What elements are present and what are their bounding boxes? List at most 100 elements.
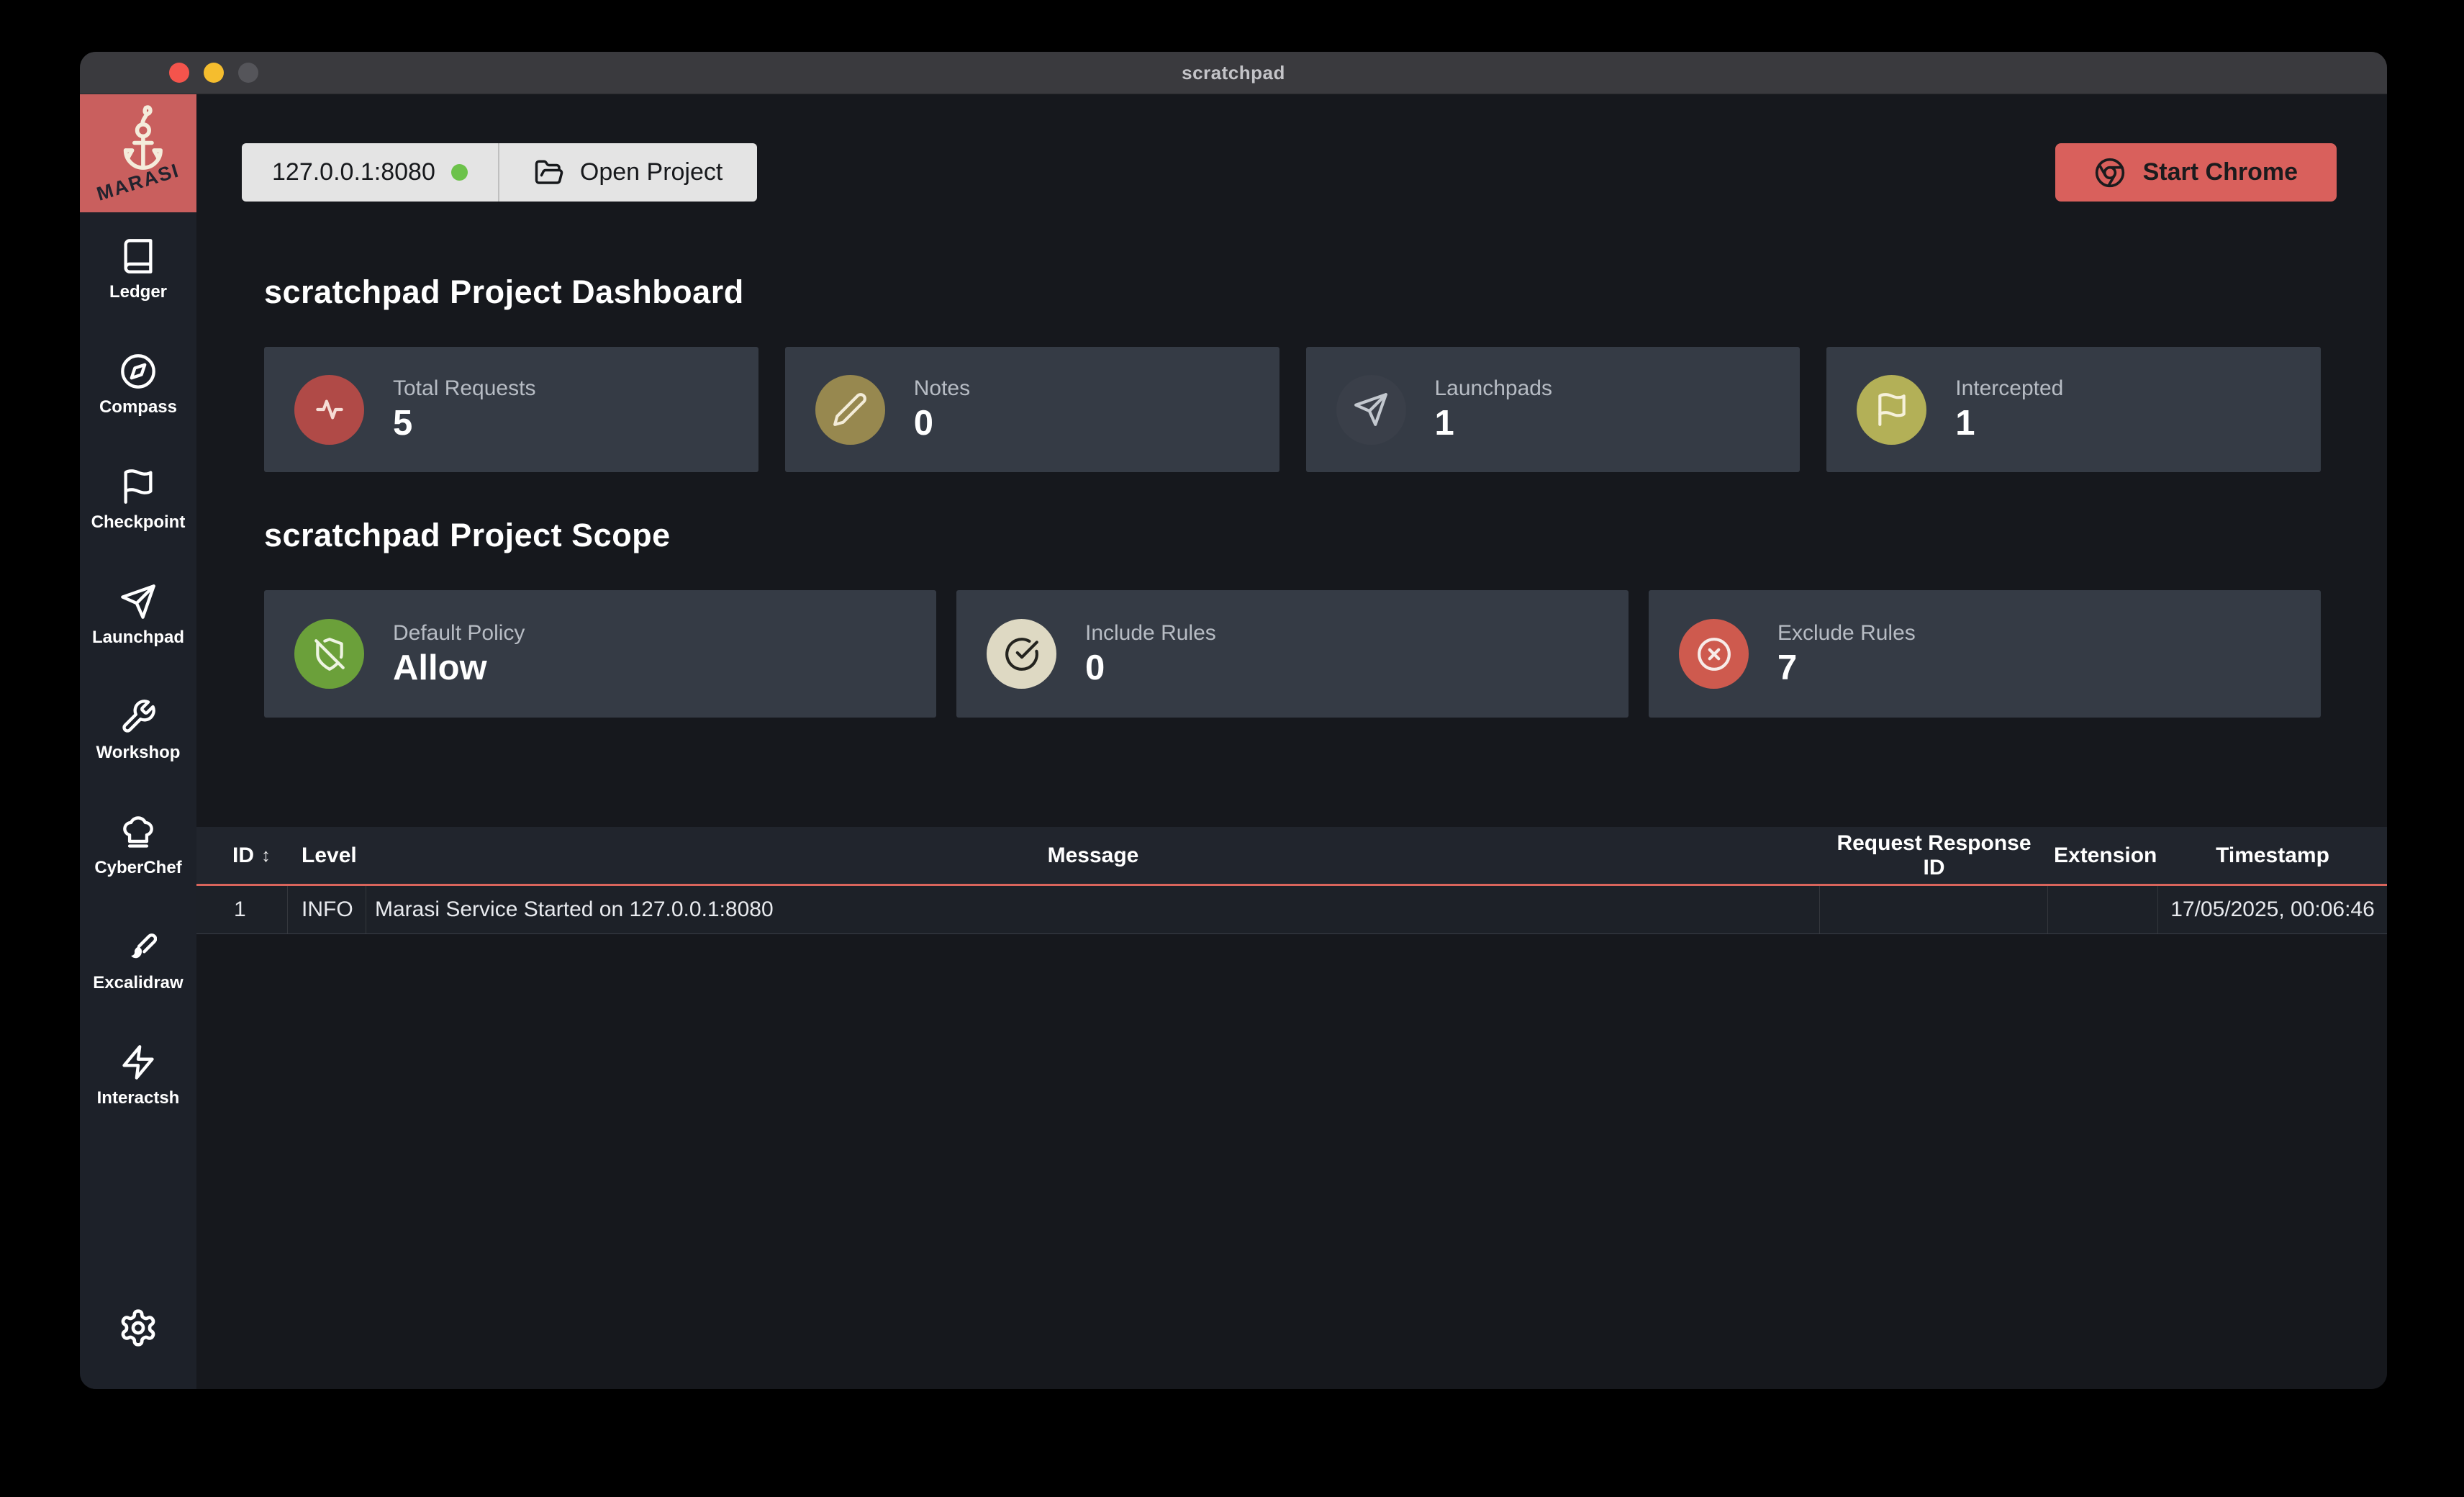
sidebar-item-label: CyberChef <box>94 858 181 878</box>
sidebar-item-label: Checkpoint <box>91 512 186 533</box>
scope-circle <box>1679 619 1749 689</box>
sidebar-item-label: Ledger <box>109 282 167 302</box>
scope-card-include-rules: Include Rules 0 <box>956 590 1629 718</box>
scope-cards: Default Policy Allow Include Rules 0 <box>264 590 2321 718</box>
column-header-extension[interactable]: Extension <box>2048 844 2158 868</box>
shield-off-icon <box>312 636 348 672</box>
window-title: scratchpad <box>80 62 2387 84</box>
sidebar-item-checkpoint[interactable]: Checkpoint <box>80 468 196 583</box>
sidebar-item-label: Interactsh <box>97 1088 180 1108</box>
scope-circle <box>294 619 364 689</box>
sidebar-item-ledger[interactable]: Ledger <box>80 238 196 353</box>
stat-value: 1 <box>1955 405 2063 442</box>
folder-open-icon <box>534 158 564 188</box>
activity-icon <box>312 392 348 428</box>
stat-circle <box>1857 375 1926 445</box>
scope-value: 7 <box>1777 650 1916 687</box>
dashboard-title: scratchpad Project Dashboard <box>264 273 2321 311</box>
proxy-address: 127.0.0.1:8080 <box>272 158 435 186</box>
stat-circle <box>1336 375 1406 445</box>
stat-card-total-requests: Total Requests 5 <box>264 347 758 472</box>
column-header-timestamp[interactable]: Timestamp <box>2158 844 2387 868</box>
sidebar-nav: Ledger Compass Checkpoint Launchpad Work… <box>80 212 196 1159</box>
log-table-header: ID ↕ Level Message Request Response ID E… <box>196 827 2387 886</box>
scope-label: Include Rules <box>1085 621 1216 646</box>
book-icon <box>119 238 157 275</box>
scope-label: Exclude Rules <box>1777 621 1916 646</box>
marasi-logo: MARASI <box>80 94 196 212</box>
stat-card-intercepted: Intercepted 1 <box>1826 347 2321 472</box>
stat-value: 0 <box>914 405 970 442</box>
scope-value: Allow <box>393 650 525 687</box>
sidebar-item-excalidraw[interactable]: Excalidraw <box>80 928 196 1044</box>
sidebar-item-label: Launchpad <box>92 628 184 648</box>
stat-label: Notes <box>914 376 970 401</box>
paper-plane-icon <box>119 583 157 620</box>
column-header-message[interactable]: Message <box>366 844 1820 868</box>
cell-message: Marasi Service Started on 127.0.0.1:8080 <box>366 886 1820 933</box>
column-header-request-response-id[interactable]: Request Response ID <box>1820 831 2048 880</box>
paper-plane-icon <box>1353 392 1389 428</box>
start-chrome-label: Start Chrome <box>2143 158 2298 186</box>
sidebar-item-label: Excalidraw <box>93 973 183 993</box>
cell-extension <box>2048 886 2158 933</box>
sidebar-item-label: Compass <box>99 397 177 417</box>
scope-label: Default Policy <box>393 621 525 646</box>
flag-icon <box>1874 392 1910 428</box>
sidebar-item-cyberchef[interactable]: CyberChef <box>80 813 196 928</box>
chef-hat-icon <box>119 813 157 851</box>
open-project-button[interactable]: Open Project <box>498 143 757 202</box>
stat-value: 5 <box>393 405 535 442</box>
stat-label: Intercepted <box>1955 376 2063 401</box>
scope-card-exclude-rules: Exclude Rules 7 <box>1649 590 2321 718</box>
app-window: scratchpad MARASI Ledger <box>80 52 2387 1389</box>
main-panel: 127.0.0.1:8080 Open Project Start Chrome… <box>196 94 2387 1389</box>
circle-check-icon <box>1004 636 1040 672</box>
start-chrome-button[interactable]: Start Chrome <box>2055 143 2337 202</box>
cell-timestamp: 17/05/2025, 00:06:46 <box>2158 886 2387 933</box>
proxy-address-button[interactable]: 127.0.0.1:8080 <box>242 143 498 202</box>
circle-x-icon <box>1696 636 1732 672</box>
table-row[interactable]: 1 INFO Marasi Service Started on 127.0.0… <box>196 886 2387 934</box>
stat-label: Total Requests <box>393 376 535 401</box>
stat-card-notes: Notes 0 <box>785 347 1279 472</box>
sidebar-item-label: Workshop <box>96 743 181 763</box>
sidebar-settings[interactable] <box>118 1308 158 1389</box>
sidebar-item-interactsh[interactable]: Interactsh <box>80 1044 196 1159</box>
column-header-level[interactable]: Level <box>288 844 366 868</box>
scope-title: scratchpad Project Scope <box>264 517 2321 554</box>
compass-icon <box>119 353 157 390</box>
pencil-icon <box>832 392 868 428</box>
scope-value: 0 <box>1085 650 1216 687</box>
sort-icon[interactable]: ↕ <box>261 844 271 867</box>
open-project-label: Open Project <box>580 158 723 186</box>
cell-level: INFO <box>288 886 366 933</box>
cell-request-response-id <box>1820 886 2048 933</box>
log-table: ID ↕ Level Message Request Response ID E… <box>196 827 2387 934</box>
gear-icon <box>118 1308 158 1348</box>
bolt-icon <box>119 1044 157 1081</box>
dashboard-content: scratchpad Project Dashboard Total Reque… <box>196 202 2387 718</box>
scope-circle <box>987 619 1056 689</box>
sidebar-item-launchpad[interactable]: Launchpad <box>80 583 196 698</box>
title-bar[interactable]: scratchpad <box>80 52 2387 94</box>
sidebar-item-compass[interactable]: Compass <box>80 353 196 468</box>
sidebar-item-workshop[interactable]: Workshop <box>80 698 196 813</box>
stat-circle <box>815 375 885 445</box>
stat-value: 1 <box>1435 405 1552 442</box>
address-group: 127.0.0.1:8080 Open Project <box>242 143 757 202</box>
paintbrush-icon <box>119 928 157 966</box>
status-dot-icon <box>451 164 468 181</box>
wrench-icon <box>119 698 157 736</box>
stat-circle <box>294 375 364 445</box>
stat-label: Launchpads <box>1435 376 1552 401</box>
top-toolbar: 127.0.0.1:8080 Open Project Start Chrome <box>242 143 2337 202</box>
stat-card-launchpads: Launchpads 1 <box>1306 347 1801 472</box>
cell-id: 1 <box>196 886 288 933</box>
sidebar: MARASI Ledger Compass Checkpoint Launc <box>80 94 196 1389</box>
scope-card-default-policy: Default Policy Allow <box>264 590 936 718</box>
stat-cards: Total Requests 5 Notes 0 <box>264 347 2321 472</box>
chrome-icon <box>2094 157 2126 189</box>
column-header-id[interactable]: ID ↕ <box>196 844 288 868</box>
flag-icon <box>119 468 157 505</box>
